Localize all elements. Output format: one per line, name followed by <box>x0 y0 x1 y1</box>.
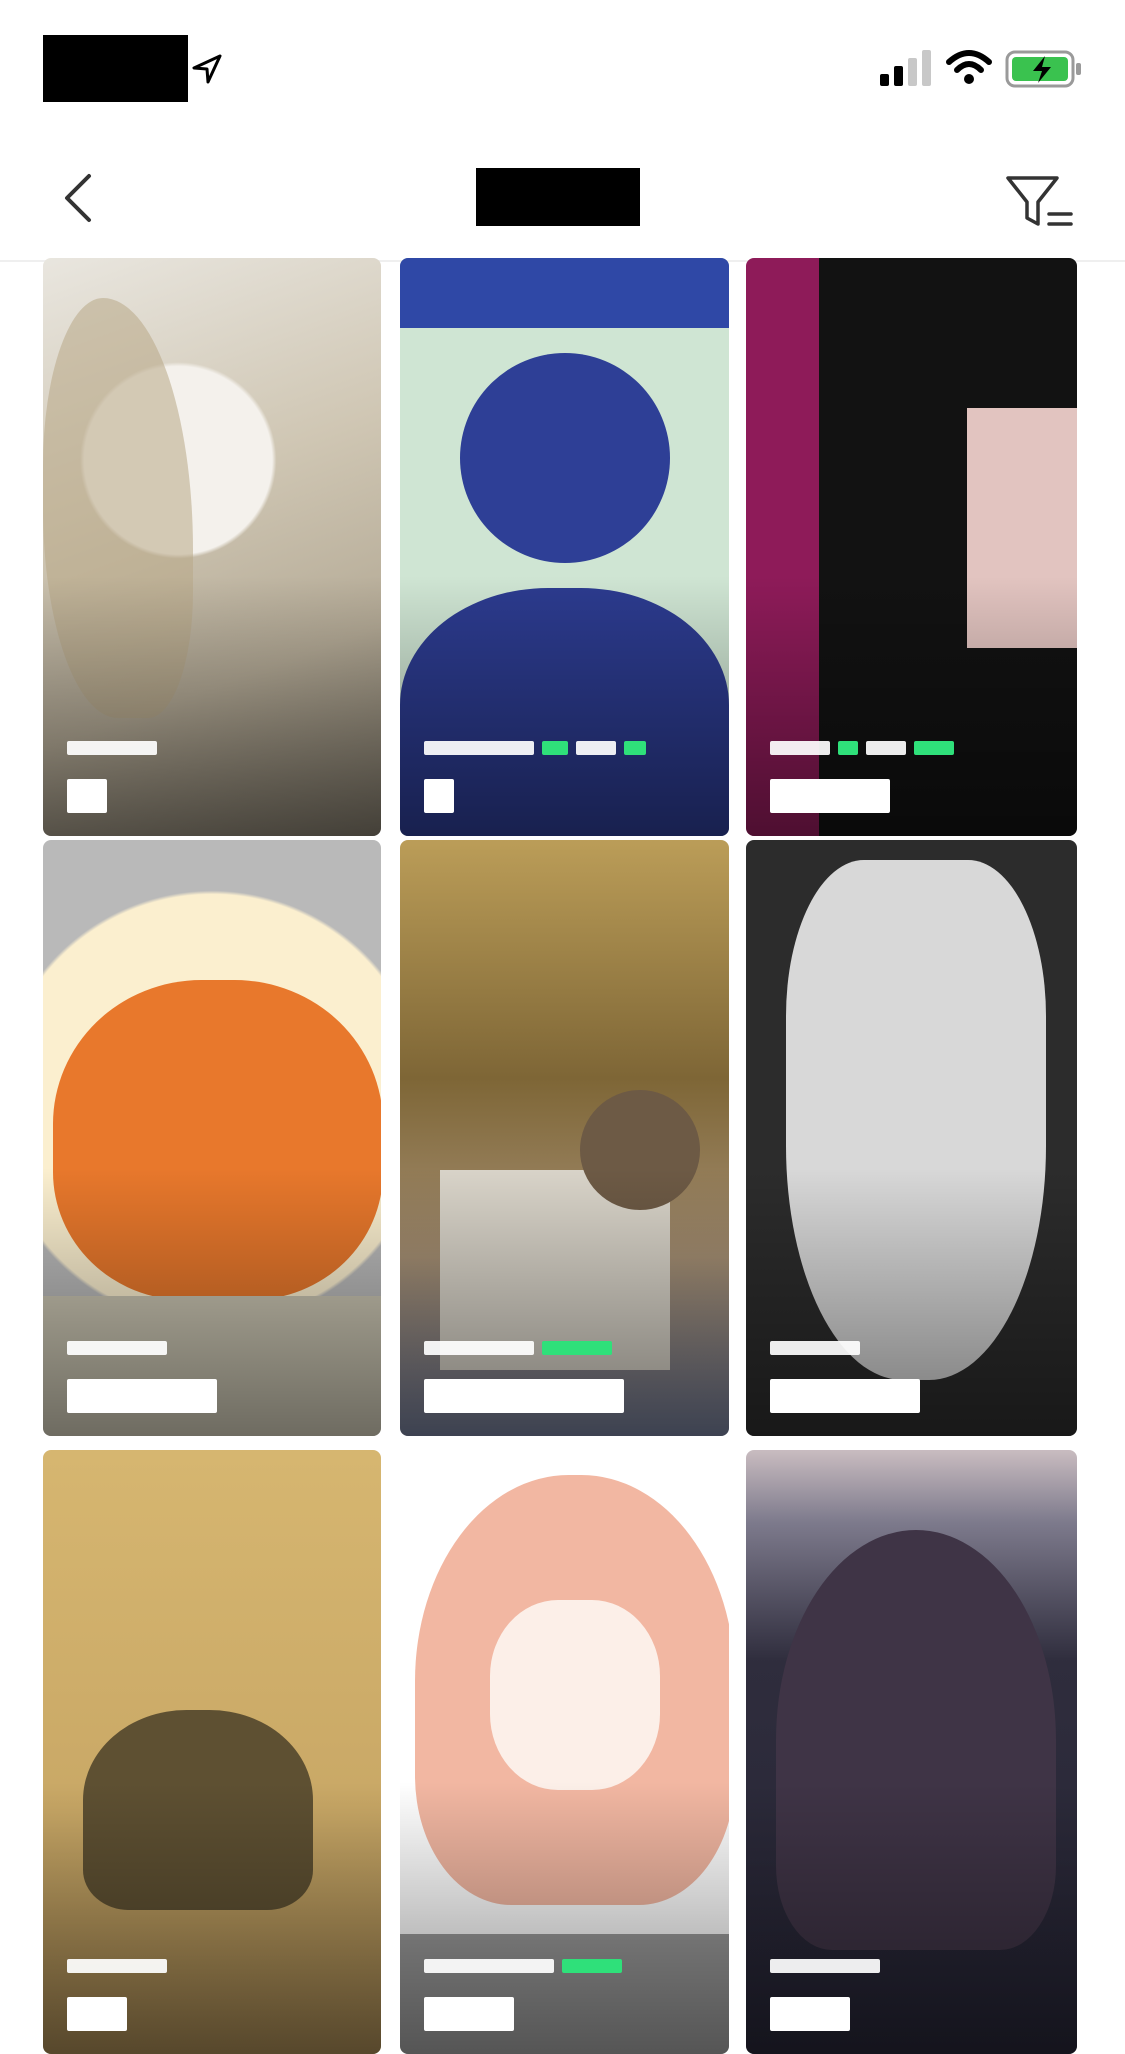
filter-icon[interactable] <box>1005 172 1075 232</box>
grid-tile[interactable] <box>746 258 1077 836</box>
tile-name <box>67 1996 127 2032</box>
status-bar <box>0 0 1125 140</box>
tile-name <box>770 1996 850 2032</box>
tile-tags <box>770 1340 860 1356</box>
tile-tags <box>67 740 157 756</box>
tile-name <box>67 778 107 814</box>
grid-tile[interactable] <box>746 1450 1077 2054</box>
grid-tile[interactable] <box>43 840 381 1436</box>
tile-name <box>424 1996 514 2032</box>
tile-tags <box>424 1958 622 1974</box>
tile-name <box>67 1378 217 1414</box>
tile-name <box>770 1378 920 1414</box>
back-button[interactable] <box>55 168 105 228</box>
tile-tags <box>424 740 646 756</box>
grid-tile[interactable] <box>400 840 729 1436</box>
cellular-signal-icon <box>880 50 931 86</box>
tile-tags <box>424 1340 612 1356</box>
grid-tile[interactable] <box>400 258 729 836</box>
tile-tags <box>67 1958 167 1974</box>
tile-name <box>424 778 454 814</box>
tile-tags <box>770 1958 880 1974</box>
tile-tags <box>770 740 954 756</box>
tile-name <box>770 778 890 814</box>
navigation-bar <box>0 140 1125 262</box>
grid-tile[interactable] <box>400 1450 729 2054</box>
wifi-icon <box>946 50 992 84</box>
grid-tile[interactable] <box>43 1450 381 2054</box>
location-arrow-icon <box>192 54 222 84</box>
grid-tile[interactable] <box>43 258 381 836</box>
grid-tile[interactable] <box>746 840 1077 1436</box>
battery-charging-icon <box>1005 50 1081 88</box>
tile-name <box>424 1378 624 1414</box>
status-time-redacted <box>43 35 188 102</box>
tile-tags <box>67 1340 167 1356</box>
page-title <box>476 168 640 226</box>
